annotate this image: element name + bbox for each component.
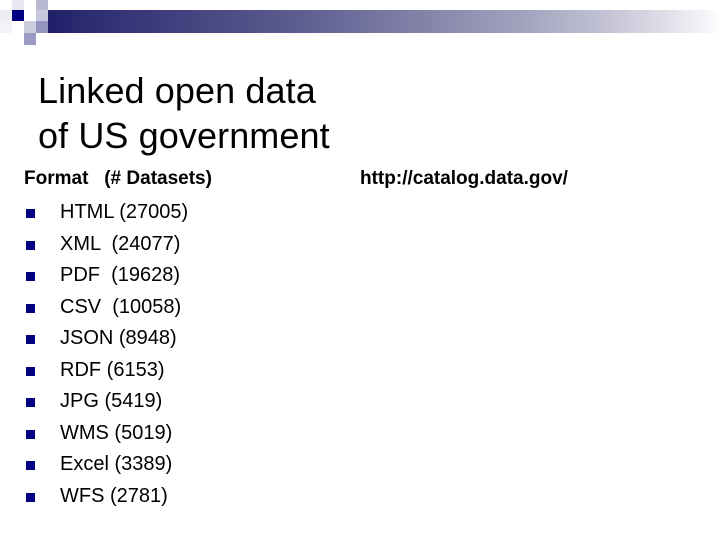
list-item-label: WMS (5019) bbox=[60, 421, 173, 444]
mosaic-tile bbox=[36, 10, 48, 21]
mosaic-tile bbox=[12, 10, 24, 21]
list-item: HTML (27005) bbox=[24, 197, 324, 229]
square-bullet-icon bbox=[26, 429, 35, 439]
mosaic-tile bbox=[12, 0, 24, 10]
format-list: HTML (27005) XML (24077) PDF (19628) CSV (1… bbox=[24, 197, 324, 512]
slide-title: Linked open data of US government bbox=[38, 68, 658, 158]
slide: Linked open data of US government Format… bbox=[0, 0, 720, 540]
list-item: JPG (5419) bbox=[24, 386, 324, 418]
list-item: WMS (5019) bbox=[24, 418, 324, 450]
mosaic-tile bbox=[0, 10, 12, 21]
mosaic-tile bbox=[0, 33, 12, 45]
format-column: Format (# Datasets) HTML (27005) XML (240… bbox=[24, 166, 324, 512]
list-item-label: XML (24077) bbox=[60, 232, 181, 255]
mosaic-tiles bbox=[0, 0, 60, 48]
square-bullet-icon bbox=[26, 335, 35, 344]
slide-body: Format (# Datasets) HTML (27005) XML (240… bbox=[0, 166, 720, 526]
square-bullet-icon bbox=[26, 209, 35, 218]
mosaic-tile bbox=[12, 33, 24, 45]
mosaic-tile bbox=[0, 21, 12, 33]
list-item-label: WFS (2781) bbox=[60, 484, 168, 507]
square-bullet-icon bbox=[26, 492, 35, 502]
list-item: CSV (10058) bbox=[24, 292, 324, 324]
list-item-label: JPG (5419) bbox=[60, 390, 163, 412]
slide-title-line-2: of US government bbox=[38, 115, 330, 157]
source-column: http://catalog.data.gov/ bbox=[360, 166, 690, 192]
catalog-url: http://catalog.data.gov/ bbox=[360, 168, 568, 189]
square-bullet-icon bbox=[26, 240, 35, 250]
gradient-bar bbox=[42, 10, 720, 33]
slide-header-decoration bbox=[0, 0, 720, 48]
mosaic-tile bbox=[36, 21, 48, 33]
slide-title-line-1: Linked open data bbox=[38, 70, 316, 112]
list-item: WFS (2781) bbox=[24, 481, 324, 513]
format-column-header: Format (# Datasets) bbox=[24, 168, 212, 189]
square-bullet-icon bbox=[26, 303, 35, 313]
mosaic-tile bbox=[24, 10, 36, 21]
list-item-label: Excel (3389) bbox=[60, 453, 173, 475]
list-item-label: CSV (10058) bbox=[60, 295, 182, 318]
square-bullet-icon bbox=[26, 461, 35, 470]
list-item-label: RDF (6153) bbox=[60, 358, 165, 381]
mosaic-tile bbox=[24, 33, 36, 45]
list-item: XML (24077) bbox=[24, 229, 324, 261]
square-bullet-icon bbox=[26, 398, 35, 407]
mosaic-tile bbox=[36, 0, 48, 10]
square-bullet-icon bbox=[26, 272, 35, 281]
mosaic-tile bbox=[12, 21, 24, 33]
list-item: RDF (6153) bbox=[24, 355, 324, 387]
mosaic-tile bbox=[36, 33, 48, 45]
list-item: PDF (19628) bbox=[24, 260, 324, 292]
square-bullet-icon bbox=[26, 366, 35, 376]
mosaic-tile bbox=[24, 0, 36, 10]
list-item: Excel (3389) bbox=[24, 449, 324, 481]
list-item-label: JSON (8948) bbox=[60, 327, 177, 349]
list-item-label: HTML (27005) bbox=[60, 201, 189, 223]
list-item: JSON (8948) bbox=[24, 323, 324, 355]
mosaic-tile bbox=[24, 21, 36, 33]
list-item-label: PDF (19628) bbox=[60, 264, 181, 286]
